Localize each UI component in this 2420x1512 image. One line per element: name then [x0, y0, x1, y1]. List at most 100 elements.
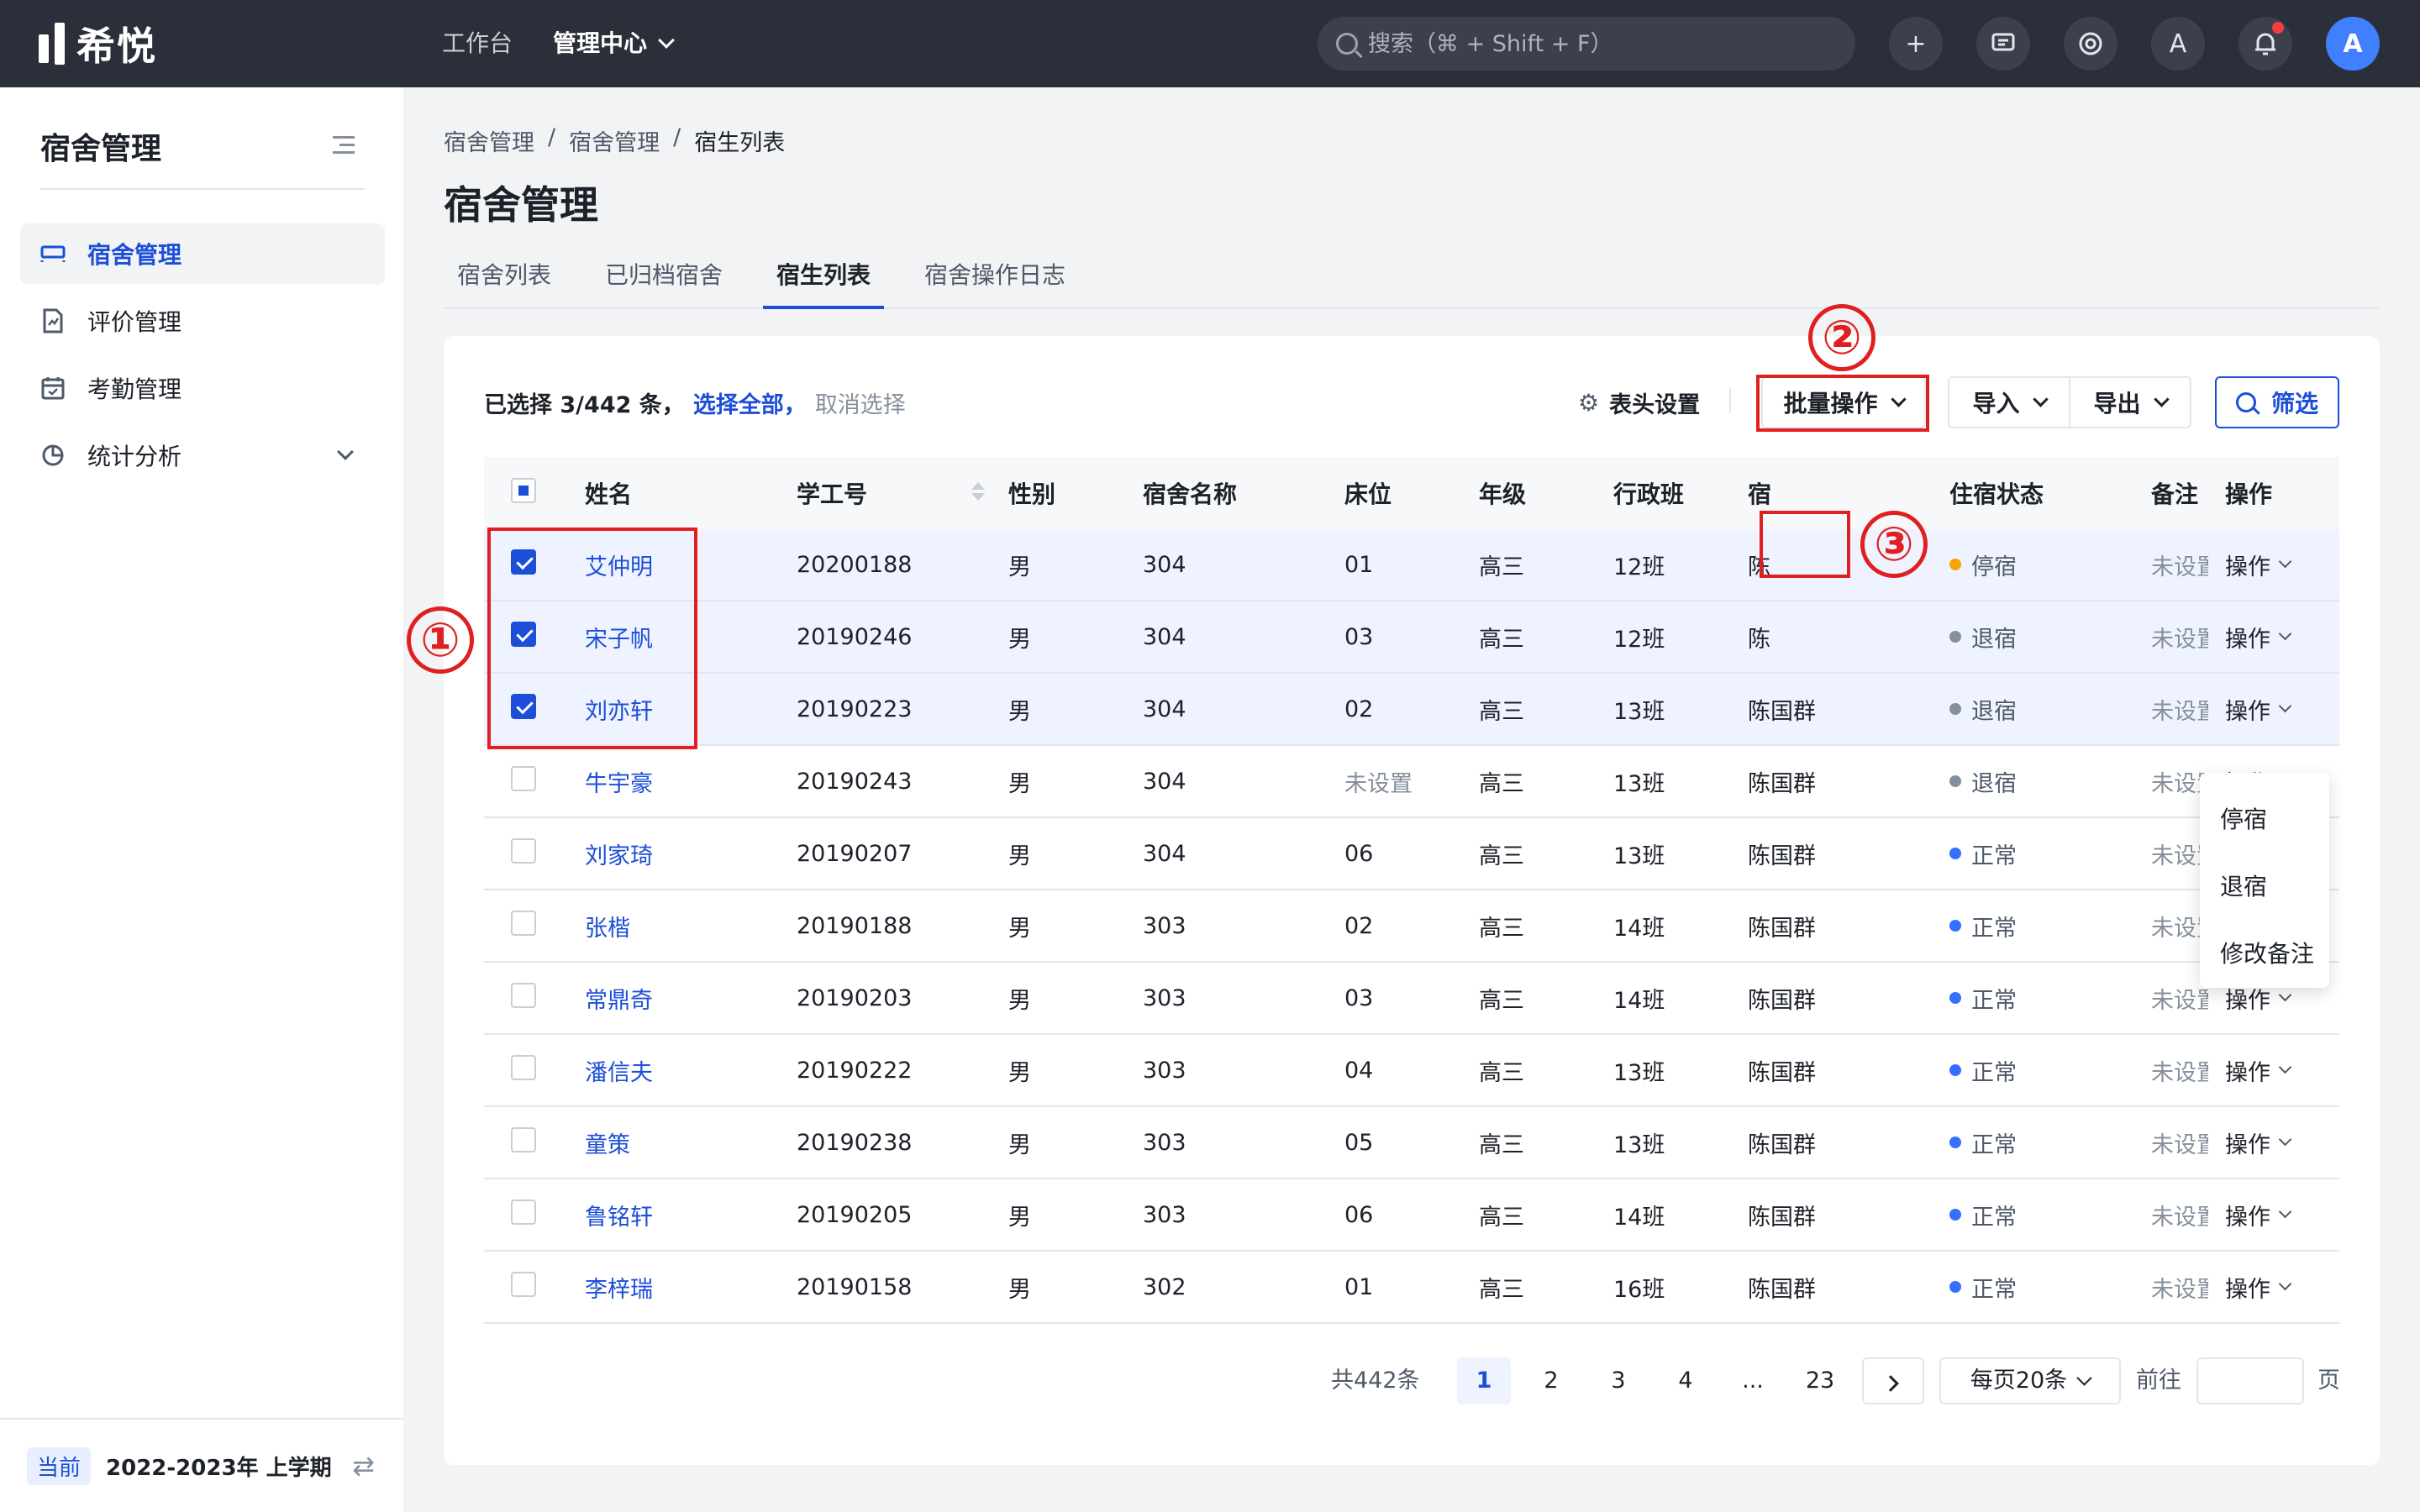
student-name-link[interactable]: 牛宇豪 [585, 765, 653, 798]
annotation-box-selected-rows [487, 528, 697, 749]
student-name-link[interactable]: 刘家琦 [585, 837, 653, 870]
breadcrumb-separator: / [548, 124, 556, 150]
table-row[interactable]: 艾仲明 20200188 男 304 01 高三 12班陈停宿 未设置 操作 [484, 529, 2339, 601]
bed-number: 04 [1344, 1057, 1374, 1084]
row-operation-button[interactable]: 操作 [2225, 1199, 2292, 1231]
avatar[interactable]: A [2326, 17, 2380, 71]
nav-workbench[interactable]: 工作台 [442, 25, 513, 62]
row-checkbox[interactable] [511, 765, 536, 797]
sidebar-item-attendance[interactable]: 考勤管理 [20, 358, 385, 418]
admin-class: 14班 [1613, 915, 1665, 942]
row-checkbox[interactable] [511, 837, 536, 869]
page-ellipsis[interactable]: ... [1726, 1357, 1780, 1404]
sidebar-item-evaluation[interactable]: 评价管理 [20, 291, 385, 351]
table-row[interactable]: 刘亦轩 20190223 男 304 02 高三 13班 陈国群 退宿 未设置 操作 [484, 674, 2339, 746]
page-button[interactable]: 3 [1591, 1357, 1645, 1404]
status-label: 正常 [1971, 1204, 2017, 1231]
row-operation-button[interactable]: 操作 [2225, 1126, 2292, 1159]
page-button[interactable]: 2 [1524, 1357, 1578, 1404]
sidebar-item-label: 考勤管理 [87, 375, 182, 403]
student-name-link[interactable]: 常鼎奇 [585, 982, 653, 1015]
sort-icon[interactable] [971, 482, 985, 501]
breadcrumb-item[interactable]: 宿舍管理 [569, 124, 660, 157]
table-row[interactable]: 张楷20190188男30302高三14班陈国群正常未设置操作 [484, 890, 2339, 963]
table-row[interactable]: 宋子帆 20190246 男 304 03 高三 12班陈退宿 未设置 操作 [484, 601, 2339, 674]
row-checkbox[interactable] [511, 1271, 536, 1303]
row-checkbox[interactable] [511, 1054, 536, 1086]
table-row[interactable]: 刘家琦20190207男30406高三13班陈国群正常未设置操作 [484, 818, 2339, 890]
sidebar-item-dorm[interactable]: 宿舍管理 [20, 223, 385, 284]
chevron-down-icon [2032, 391, 2049, 407]
row-checkbox[interactable] [511, 1199, 536, 1231]
student-sex: 男 [1008, 1131, 1031, 1158]
term-switcher[interactable]: 当前 2022-2023年 上学期 ⇄ [0, 1418, 403, 1512]
swap-icon[interactable]: ⇄ [352, 1450, 375, 1482]
import-button[interactable]: 导入 [1948, 376, 2070, 428]
row-operation-button[interactable]: 操作 [2225, 549, 2292, 581]
select-all-checkbox[interactable] [511, 477, 536, 509]
nav-admin-center[interactable]: 管理中心 [553, 25, 675, 62]
page-button[interactable]: 23 [1793, 1357, 1847, 1404]
student-name-link[interactable]: 鲁铭轩 [585, 1199, 653, 1231]
goto-page-input[interactable] [2196, 1357, 2304, 1404]
menu-item-check-out[interactable]: 退宿 [2220, 869, 2267, 902]
student-id: 20190158 [797, 1273, 913, 1300]
table-row[interactable]: 潘信夫 20190222 男 303 04 高三 13班 陈国群 正常 未设置 操作 [484, 1035, 2339, 1107]
app-logo[interactable]: 希悦 [39, 20, 157, 69]
student-id: 20190222 [797, 1057, 913, 1084]
chat-icon[interactable] [1976, 17, 2030, 71]
table-row[interactable]: 鲁铭轩 20190205 男 303 06 高三 14班 陈国群 正常 未设置 操作 [484, 1179, 2339, 1252]
table-row[interactable]: 常鼎奇 20190203 男 303 03 高三 14班 陈国群 正常 未设置 操作 [484, 963, 2339, 1035]
admin-class: 12班 [1613, 626, 1665, 653]
translate-icon[interactable]: A [2151, 17, 2205, 71]
table-row[interactable]: 牛宇豪20190243男304未设置高三13班陈国群退宿未设置操作 [484, 746, 2339, 818]
tab-dorm-operation-log[interactable]: 宿舍操作日志 [924, 257, 1065, 307]
table-row[interactable]: 李梓瑞 20190158 男 302 01 高三 16班 陈国群 正常 未设置 操作 [484, 1252, 2339, 1324]
add-icon[interactable]: + [1889, 17, 1943, 71]
status-dot [1949, 992, 1961, 1004]
student-name-link[interactable]: 张楷 [585, 910, 630, 942]
row-checkbox[interactable] [511, 982, 536, 1014]
column-header-bed: 床位 [1344, 480, 1392, 508]
student-name-link[interactable]: 童策 [585, 1126, 630, 1159]
row-operation-button[interactable]: 操作 [2225, 1054, 2292, 1087]
student-name-link[interactable]: 潘信夫 [585, 1054, 653, 1087]
search-input[interactable] [1368, 30, 1839, 57]
status-label: 退宿 [1971, 698, 2017, 725]
chevron-down-icon [337, 444, 354, 460]
chevron-down-icon [2278, 627, 2292, 640]
collapse-sidebar-icon[interactable] [333, 136, 355, 159]
tab-resident-list[interactable]: 宿生列表 [762, 257, 885, 309]
page-size-select[interactable]: 每页20条 [1939, 1357, 2121, 1404]
header-settings-button[interactable]: ⚙ 表头设置 [1578, 386, 1700, 419]
export-button[interactable]: 导出 [2069, 376, 2191, 428]
row-operation-button[interactable]: 操作 [2225, 621, 2292, 654]
filter-button[interactable]: 筛选 [2215, 376, 2339, 428]
tab-archived-dorms[interactable]: 已归档宿舍 [605, 257, 723, 307]
menu-item-pause-stay[interactable]: 停宿 [2220, 801, 2267, 835]
chevron-down-icon [2278, 1277, 2292, 1290]
help-icon[interactable] [2064, 17, 2118, 71]
next-page-button[interactable] [1862, 1357, 1924, 1404]
row-operation-button[interactable]: 操作 [2225, 693, 2292, 726]
sidebar-item-label: 宿舍管理 [87, 241, 182, 269]
page-button[interactable]: 4 [1659, 1357, 1712, 1404]
tab-dorm-list[interactable]: 宿舍列表 [457, 257, 551, 307]
bell-icon[interactable] [2238, 17, 2292, 71]
global-search[interactable] [1318, 17, 1855, 71]
admin-class: 13班 [1613, 843, 1665, 869]
column-header-id[interactable]: 学工号 [797, 476, 867, 510]
admin-class: 13班 [1613, 1059, 1665, 1086]
menu-item-edit-note[interactable]: 修改备注 [2220, 936, 2314, 969]
student-name-link[interactable]: 李梓瑞 [585, 1271, 653, 1304]
sidebar-item-statistics[interactable]: 统计分析 [20, 425, 385, 486]
filter-label: 筛选 [2270, 390, 2318, 417]
row-checkbox[interactable] [511, 910, 536, 942]
cancel-selection-link[interactable]: 取消选择 [815, 386, 906, 419]
row-checkbox[interactable] [511, 1126, 536, 1158]
table-row[interactable]: 童策 20190238 男 303 05 高三 13班 陈国群 正常 未设置 操作 [484, 1107, 2339, 1179]
select-all-link[interactable]: 选择全部， [693, 386, 807, 419]
breadcrumb-item[interactable]: 宿舍管理 [444, 124, 534, 157]
page-button[interactable]: 1 [1457, 1357, 1511, 1404]
row-operation-button[interactable]: 操作 [2225, 1271, 2292, 1304]
